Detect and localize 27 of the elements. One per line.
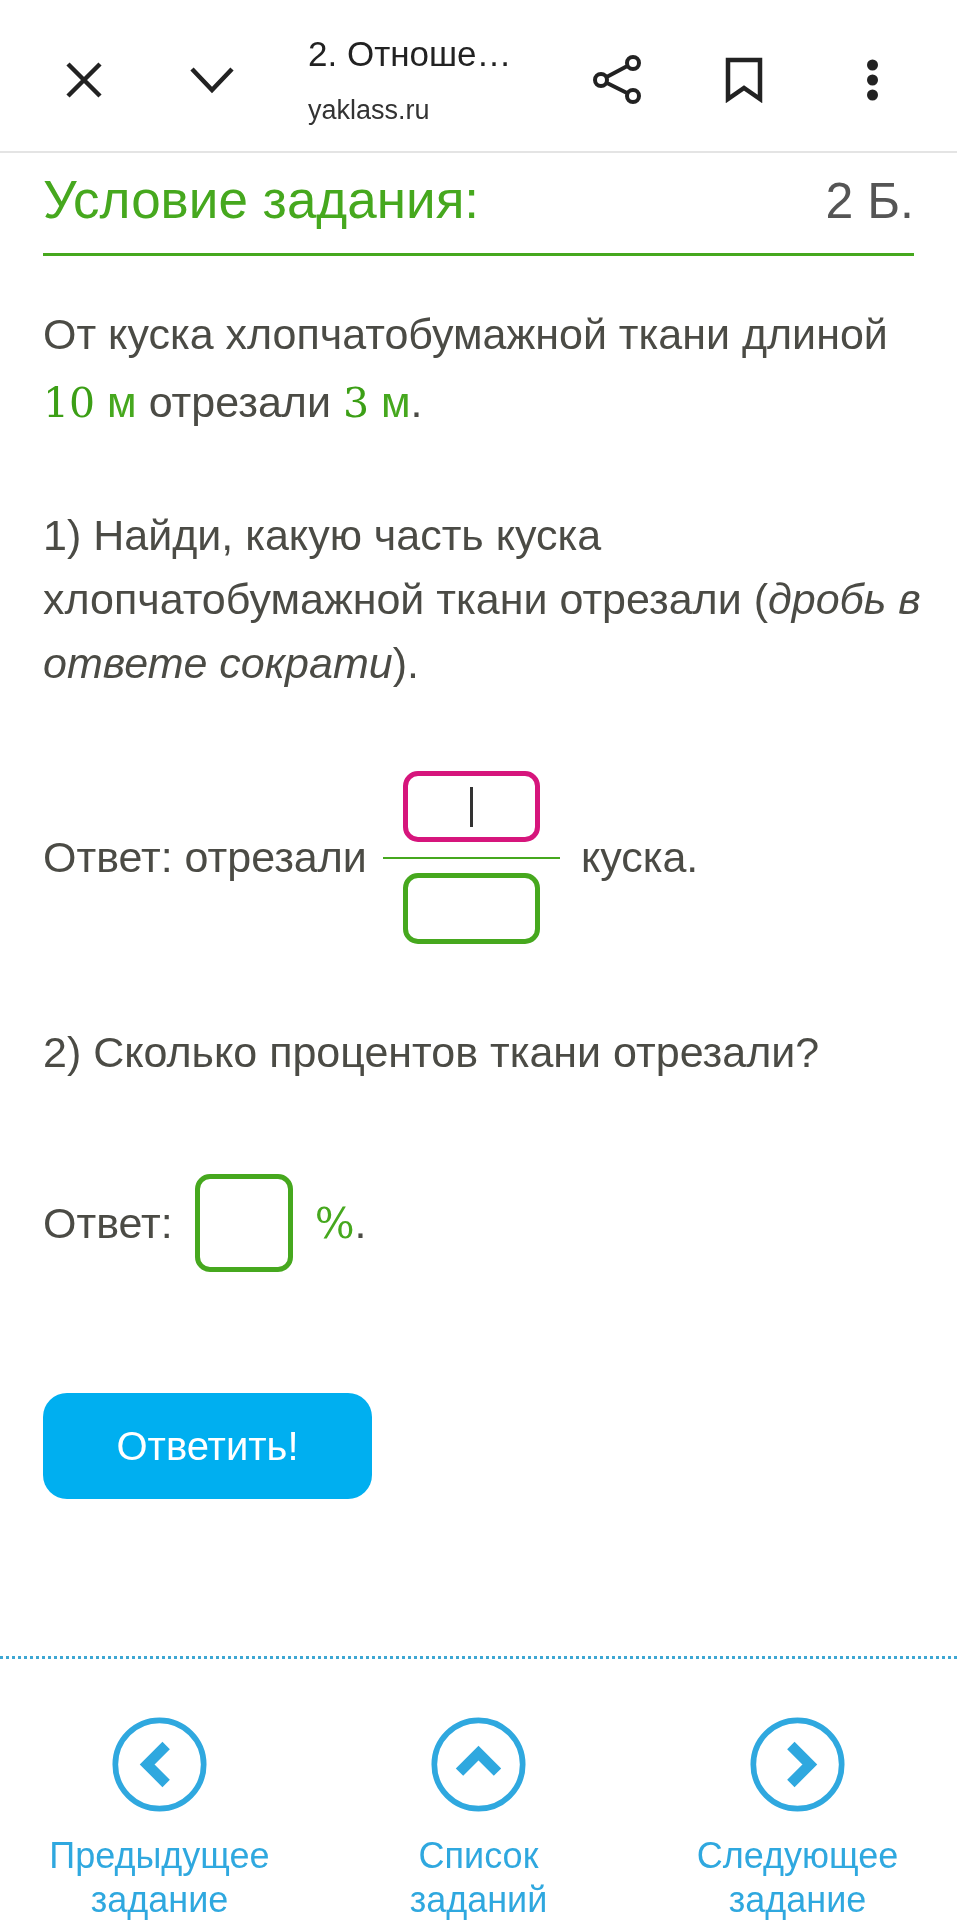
more-options-icon[interactable] xyxy=(866,58,879,101)
text-cursor-icon xyxy=(469,786,473,827)
question-text: 2) Сколько процентов ткани отрезали? xyxy=(43,1027,821,1078)
answer-field[interactable] xyxy=(194,1174,293,1272)
task-points: 2 Б. xyxy=(825,172,914,231)
problem-statement: От куска хлопчатобумажной ткани длиной 10 м отрезали 3 м. xyxy=(43,309,889,429)
share-icon[interactable] xyxy=(592,54,641,105)
chevron-right-circle-icon xyxy=(750,1717,845,1812)
page-title: 2. Отноше… xyxy=(308,32,512,75)
question-text: 1) Найди, какую часть куска хлопчатобумажной ткани отрезали (дробь в ответе сократи). xyxy=(43,510,922,689)
chevron-down-icon[interactable] xyxy=(189,65,235,94)
answer-suffix: %. xyxy=(314,1198,367,1248)
previous-task-link[interactable]: Предыдущее задание xyxy=(29,1717,290,1920)
answer-suffix: куска. xyxy=(580,833,699,882)
task-list-link[interactable]: Список заданий xyxy=(348,1717,609,1920)
answer-label: Ответ: xyxy=(43,1198,173,1248)
submit-answer-button[interactable]: Ответить! xyxy=(43,1393,372,1499)
chevron-up-circle-icon xyxy=(431,1717,526,1812)
bookmark-icon[interactable] xyxy=(725,56,763,103)
denominator-field[interactable] xyxy=(402,873,540,944)
close-icon[interactable] xyxy=(65,60,103,99)
numerator-field[interactable] xyxy=(402,771,540,842)
chevron-left-circle-icon xyxy=(112,1717,207,1812)
next-task-link[interactable]: Следующее задание xyxy=(667,1717,928,1920)
answer-label: Ответ: отрезали xyxy=(43,833,367,882)
task-heading: Условие задания: xyxy=(43,170,480,230)
page-url: yaklass.ru xyxy=(308,93,430,127)
